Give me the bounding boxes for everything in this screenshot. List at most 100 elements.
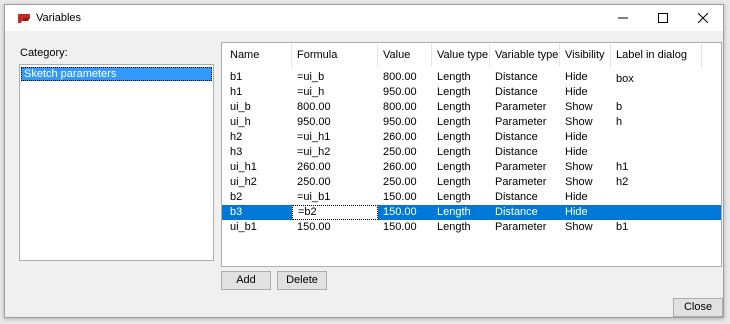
cell-value-type[interactable]: Length [432, 70, 490, 85]
cell-name[interactable]: ui_h2 [225, 175, 292, 190]
cell-value[interactable]: 800.00 [378, 100, 432, 115]
cell-variable-type[interactable]: Distance [490, 85, 560, 100]
title-bar[interactable]: Variables [5, 5, 723, 31]
category-item-sketch-parameters[interactable]: Sketch parameters [21, 67, 212, 81]
table-row[interactable]: h2 =ui_h1 260.00 Length Distance Hide [222, 130, 721, 145]
cell-variable-type[interactable]: Parameter [490, 160, 560, 175]
cell-value[interactable]: 150.00 [378, 220, 432, 235]
cell-variable-type[interactable]: Distance [490, 130, 560, 145]
cell-value-type[interactable]: Length [432, 205, 490, 220]
cell-value-type[interactable]: Length [432, 100, 490, 115]
cell-label-in-dialog-box[interactable] [611, 145, 702, 160]
cell-label-in-dialog-box[interactable] [611, 130, 702, 145]
table-row[interactable]: b1 =ui_b 800.00 Length Distance Hide [222, 70, 721, 85]
table-row[interactable]: h1 =ui_h 950.00 Length Distance Hide [222, 85, 721, 100]
cell-formula[interactable]: 260.00 [292, 160, 378, 175]
cell-formula[interactable]: 950.00 [292, 115, 378, 130]
column-header-visibility[interactable]: Visibility [560, 43, 611, 67]
cell-visibility[interactable]: Show [560, 160, 611, 175]
variables-table[interactable]: Name Formula Value Value type Variable t… [221, 42, 722, 267]
cell-label-in-dialog-box[interactable]: h2 [611, 175, 702, 190]
cell-variable-type[interactable]: Parameter [490, 100, 560, 115]
minimize-button[interactable] [603, 5, 643, 31]
cell-value-type[interactable]: Length [432, 160, 490, 175]
cell-formula[interactable]: =ui_b [292, 70, 378, 85]
cell-formula[interactable]: =ui_h2 [292, 145, 378, 160]
cell-value-type[interactable]: Length [432, 190, 490, 205]
cell-visibility[interactable]: Hide [560, 85, 611, 100]
cell-name[interactable]: h1 [225, 85, 292, 100]
cell-value[interactable]: 150.00 [378, 205, 432, 220]
cell-value-type[interactable]: Length [432, 85, 490, 100]
column-header-label-in-dialog-box[interactable]: Label in dialog box [611, 43, 702, 85]
column-header-formula[interactable]: Formula [292, 43, 378, 67]
cell-name[interactable]: h2 [225, 130, 292, 145]
table-row[interactable]: h3 =ui_h2 250.00 Length Distance Hide [222, 145, 721, 160]
cell-visibility[interactable]: Hide [560, 70, 611, 85]
cell-formula[interactable]: =ui_b1 [292, 190, 378, 205]
cell-name[interactable]: b2 [225, 190, 292, 205]
cell-value-type[interactable]: Length [432, 115, 490, 130]
table-row[interactable]: ui_h2 250.00 250.00 Length Parameter Show h2 [222, 175, 721, 190]
column-header-value[interactable]: Value [378, 43, 432, 67]
table-row[interactable]: ui_h1 260.00 260.00 Length Parameter Show h1 [222, 160, 721, 175]
cell-label-in-dialog-box[interactable] [611, 205, 702, 220]
cell-label-in-dialog-box[interactable] [611, 190, 702, 205]
cell-value[interactable]: 150.00 [378, 190, 432, 205]
cell-label-in-dialog-box[interactable] [611, 85, 702, 100]
cell-formula[interactable]: 800.00 [292, 100, 378, 115]
cell-visibility[interactable]: Hide [560, 190, 611, 205]
cell-formula[interactable]: 250.00 [292, 175, 378, 190]
cell-formula[interactable]: =ui_h1 [292, 130, 378, 145]
cell-value[interactable]: 260.00 [378, 160, 432, 175]
cell-name[interactable]: ui_b1 [225, 220, 292, 235]
table-row[interactable]: b3 =b2 150.00 Length Distance Hide [222, 205, 721, 220]
cell-label-in-dialog-box[interactable]: b1 [611, 220, 702, 235]
cell-value-type[interactable]: Length [432, 175, 490, 190]
cell-label-in-dialog-box[interactable]: b [611, 100, 702, 115]
window-close-button[interactable] [683, 5, 723, 31]
cell-value-type[interactable]: Length [432, 130, 490, 145]
cell-visibility[interactable]: Hide [560, 205, 611, 220]
cell-value[interactable]: 250.00 [378, 145, 432, 160]
cell-variable-type[interactable]: Parameter [490, 220, 560, 235]
cell-formula[interactable]: =b2 [292, 205, 378, 220]
cell-value[interactable]: 950.00 [378, 85, 432, 100]
cell-variable-type[interactable]: Distance [490, 205, 560, 220]
column-header-variable-type[interactable]: Variable type [490, 43, 560, 67]
cell-name[interactable]: b1 [225, 70, 292, 85]
cell-label-in-dialog-box[interactable]: h1 [611, 160, 702, 175]
cell-name[interactable]: ui_h1 [225, 160, 292, 175]
cell-name[interactable]: ui_h [225, 115, 292, 130]
cell-formula[interactable]: 150.00 [292, 220, 378, 235]
cell-variable-type[interactable]: Distance [490, 145, 560, 160]
table-row[interactable]: b2 =ui_b1 150.00 Length Distance Hide [222, 190, 721, 205]
cell-variable-type[interactable]: Parameter [490, 175, 560, 190]
cell-visibility[interactable]: Hide [560, 145, 611, 160]
cell-visibility[interactable]: Show [560, 175, 611, 190]
cell-visibility[interactable]: Hide [560, 130, 611, 145]
close-button[interactable]: Close [673, 298, 723, 317]
category-list[interactable]: Sketch parameters [19, 64, 214, 261]
cell-visibility[interactable]: Show [560, 115, 611, 130]
cell-formula[interactable]: =ui_h [292, 85, 378, 100]
cell-name[interactable]: ui_b [225, 100, 292, 115]
delete-button[interactable]: Delete [277, 271, 327, 290]
cell-visibility[interactable]: Show [560, 220, 611, 235]
table-row[interactable]: ui_b1 150.00 150.00 Length Parameter Show b1 [222, 220, 721, 235]
cell-variable-type[interactable]: Distance [490, 190, 560, 205]
column-header-value-type[interactable]: Value type [432, 43, 490, 67]
cell-value-type[interactable]: Length [432, 220, 490, 235]
cell-visibility[interactable]: Show [560, 100, 611, 115]
cell-label-in-dialog-box[interactable] [611, 70, 702, 85]
cell-label-in-dialog-box[interactable]: h [611, 115, 702, 130]
maximize-button[interactable] [643, 5, 683, 31]
cell-variable-type[interactable]: Parameter [490, 115, 560, 130]
cell-value[interactable]: 260.00 [378, 130, 432, 145]
table-row[interactable]: ui_b 800.00 800.00 Length Parameter Show b [222, 100, 721, 115]
cell-value-type[interactable]: Length [432, 145, 490, 160]
cell-name[interactable]: h3 [225, 145, 292, 160]
table-row[interactable]: ui_h 950.00 950.00 Length Parameter Show h [222, 115, 721, 130]
add-button[interactable]: Add [221, 271, 271, 290]
cell-value[interactable]: 250.00 [378, 175, 432, 190]
